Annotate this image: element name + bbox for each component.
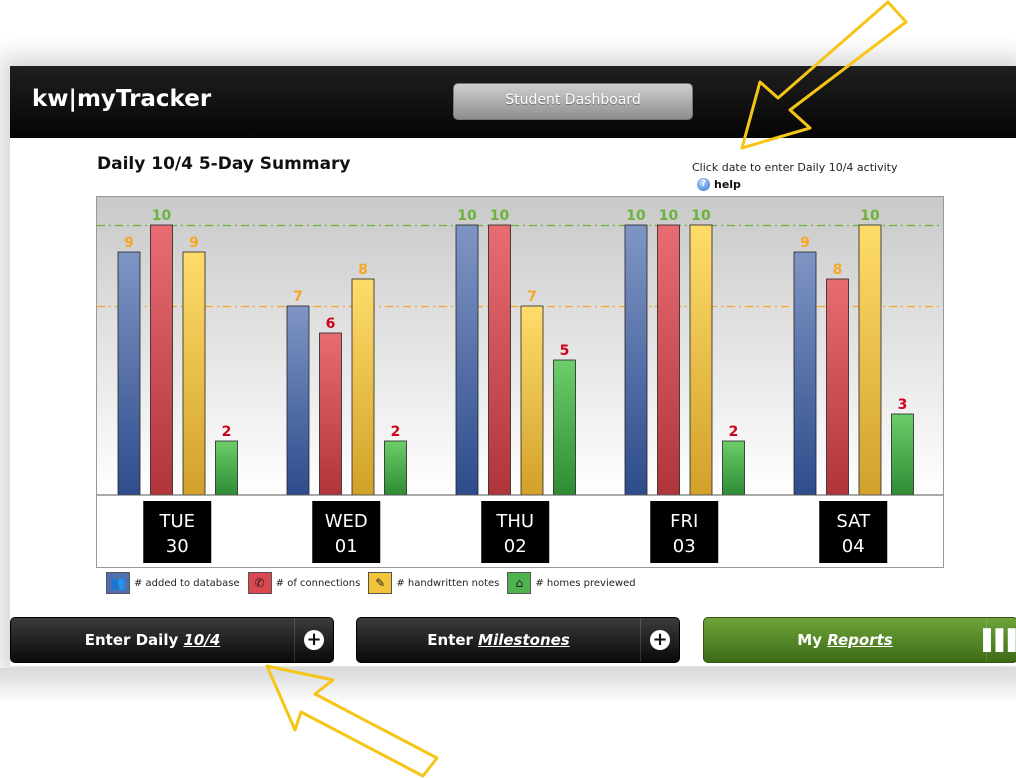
pen-icon: ✎ <box>368 572 393 594</box>
bar-value-label: 9 <box>124 235 134 251</box>
bar-value-label: 7 <box>527 289 537 305</box>
phone-icon: ✆ <box>247 572 272 594</box>
bar-2-3 <box>553 359 576 496</box>
day-name: SAT <box>836 511 871 532</box>
day-number: 03 <box>673 536 696 557</box>
chart-legend: 👥 # added to database ✆ # of connections ✎ # … <box>106 572 638 594</box>
reports-link: Reports <box>827 631 893 649</box>
bar-1-0 <box>286 305 310 496</box>
my-reports-button[interactable]: My Reports ▌▌▌ <box>703 617 1016 663</box>
bar-chart-icon: ▌▌▌ <box>983 628 1016 652</box>
legend-label: # of connections <box>275 577 361 589</box>
day-button-wed[interactable]: WED 01 <box>312 501 381 563</box>
people-icon: 👥 <box>106 572 130 594</box>
milestones-link: Milestones <box>478 631 570 649</box>
legend-item: ✆ # of connections <box>247 572 361 594</box>
my-reports-label: My Reports <box>797 631 893 649</box>
bar-4-3 <box>891 413 914 496</box>
bar-value-label: 10 <box>457 208 477 224</box>
student-dashboard-button[interactable]: Student Dashboard <box>453 83 693 120</box>
day-name: WED <box>325 511 368 532</box>
bar-4-0 <box>793 251 817 496</box>
bar-value-label: 3 <box>898 397 908 413</box>
bar-0-2 <box>182 251 206 496</box>
help-link[interactable]: ? help <box>697 178 741 191</box>
bar-value-label: 6 <box>326 316 336 332</box>
day-number: 04 <box>842 536 865 557</box>
bar-value-label: 10 <box>626 208 646 224</box>
bar-value-label: 10 <box>152 208 172 224</box>
bar-4-1 <box>826 278 849 496</box>
bar-value-label: 8 <box>833 262 843 278</box>
home-icon: ⌂ <box>507 572 532 594</box>
bar-4-2 <box>858 224 882 496</box>
day-number: 30 <box>166 536 189 557</box>
bar-1-1 <box>319 332 342 496</box>
help-icon: ? <box>697 178 710 191</box>
bar-2-2 <box>520 305 544 496</box>
bar-value-label: 10 <box>490 208 510 224</box>
bar-value-label: 5 <box>560 343 570 359</box>
bar-value-label: 2 <box>729 424 739 440</box>
plus-icon: + <box>650 630 670 650</box>
legend-label: # added to database <box>134 577 240 589</box>
enter-daily-button[interactable]: Enter Daily 10/4 + <box>10 617 334 663</box>
bar-value-label: 10 <box>659 208 679 224</box>
enter-milestones-button[interactable]: Enter Milestones + <box>356 617 680 663</box>
day-name: THU <box>495 511 534 532</box>
window-shadow <box>0 668 1016 704</box>
bar-value-label: 7 <box>293 289 303 305</box>
bar-2-1 <box>488 224 511 496</box>
day-button-tue[interactable]: TUE 30 <box>143 501 212 563</box>
bar-0-1 <box>150 224 173 496</box>
day-button-fri[interactable]: FRI 03 <box>650 501 719 563</box>
plus-icon: + <box>304 630 324 650</box>
bar-3-2 <box>689 224 713 496</box>
bar-3-3 <box>722 440 745 496</box>
bar-value-label: 2 <box>222 424 232 440</box>
legend-item: 👥 # added to database <box>106 572 240 594</box>
bar-value-label: 8 <box>358 262 368 278</box>
bar-value-label: 2 <box>391 424 401 440</box>
legend-label: # homes previewed <box>535 577 636 589</box>
bar-1-3 <box>384 440 407 496</box>
legend-label: # handwritten notes <box>396 577 500 589</box>
bar-0-3 <box>215 440 238 496</box>
bar-3-1 <box>657 224 680 496</box>
day-name: TUE <box>158 511 195 532</box>
day-number: 01 <box>335 536 358 557</box>
instruction-text: Click date to enter Daily 10/4 activity <box>692 161 898 174</box>
enter-milestones-label: Enter Milestones <box>427 631 570 649</box>
day-button-sat[interactable]: SAT 04 <box>819 501 888 563</box>
day-number: 02 <box>504 536 527 557</box>
summary-chart: 9 7 10 10 9 10 6 10 10 8 9 8 7 10 10 2 2 5 2 3 TUE 30 WED 01 TH… <box>96 196 944 572</box>
bar-2-0 <box>455 224 479 496</box>
day-button-thu[interactable]: THU 02 <box>481 501 550 563</box>
bar-value-label: 9 <box>189 235 199 251</box>
enter-daily-label: Enter Daily 10/4 <box>84 631 221 649</box>
bar-value-label: 10 <box>691 208 711 224</box>
help-label: help <box>714 178 741 191</box>
bar-0-0 <box>117 251 141 496</box>
bar-1-2 <box>351 278 375 496</box>
app-logo: kw|myTracker <box>32 86 212 112</box>
day-name: FRI <box>670 511 698 532</box>
app-header: kw|myTracker Student Dashboard <box>10 66 1016 138</box>
legend-item: ⌂ # homes previewed <box>507 572 636 594</box>
daily-link: 10/4 <box>183 631 221 649</box>
bar-value-label: 10 <box>860 208 880 224</box>
legend-item: ✎ # handwritten notes <box>368 572 499 594</box>
bar-3-0 <box>624 224 648 496</box>
page-title: Daily 10/4 5-Day Summary <box>97 154 351 174</box>
bar-value-label: 9 <box>800 235 810 251</box>
